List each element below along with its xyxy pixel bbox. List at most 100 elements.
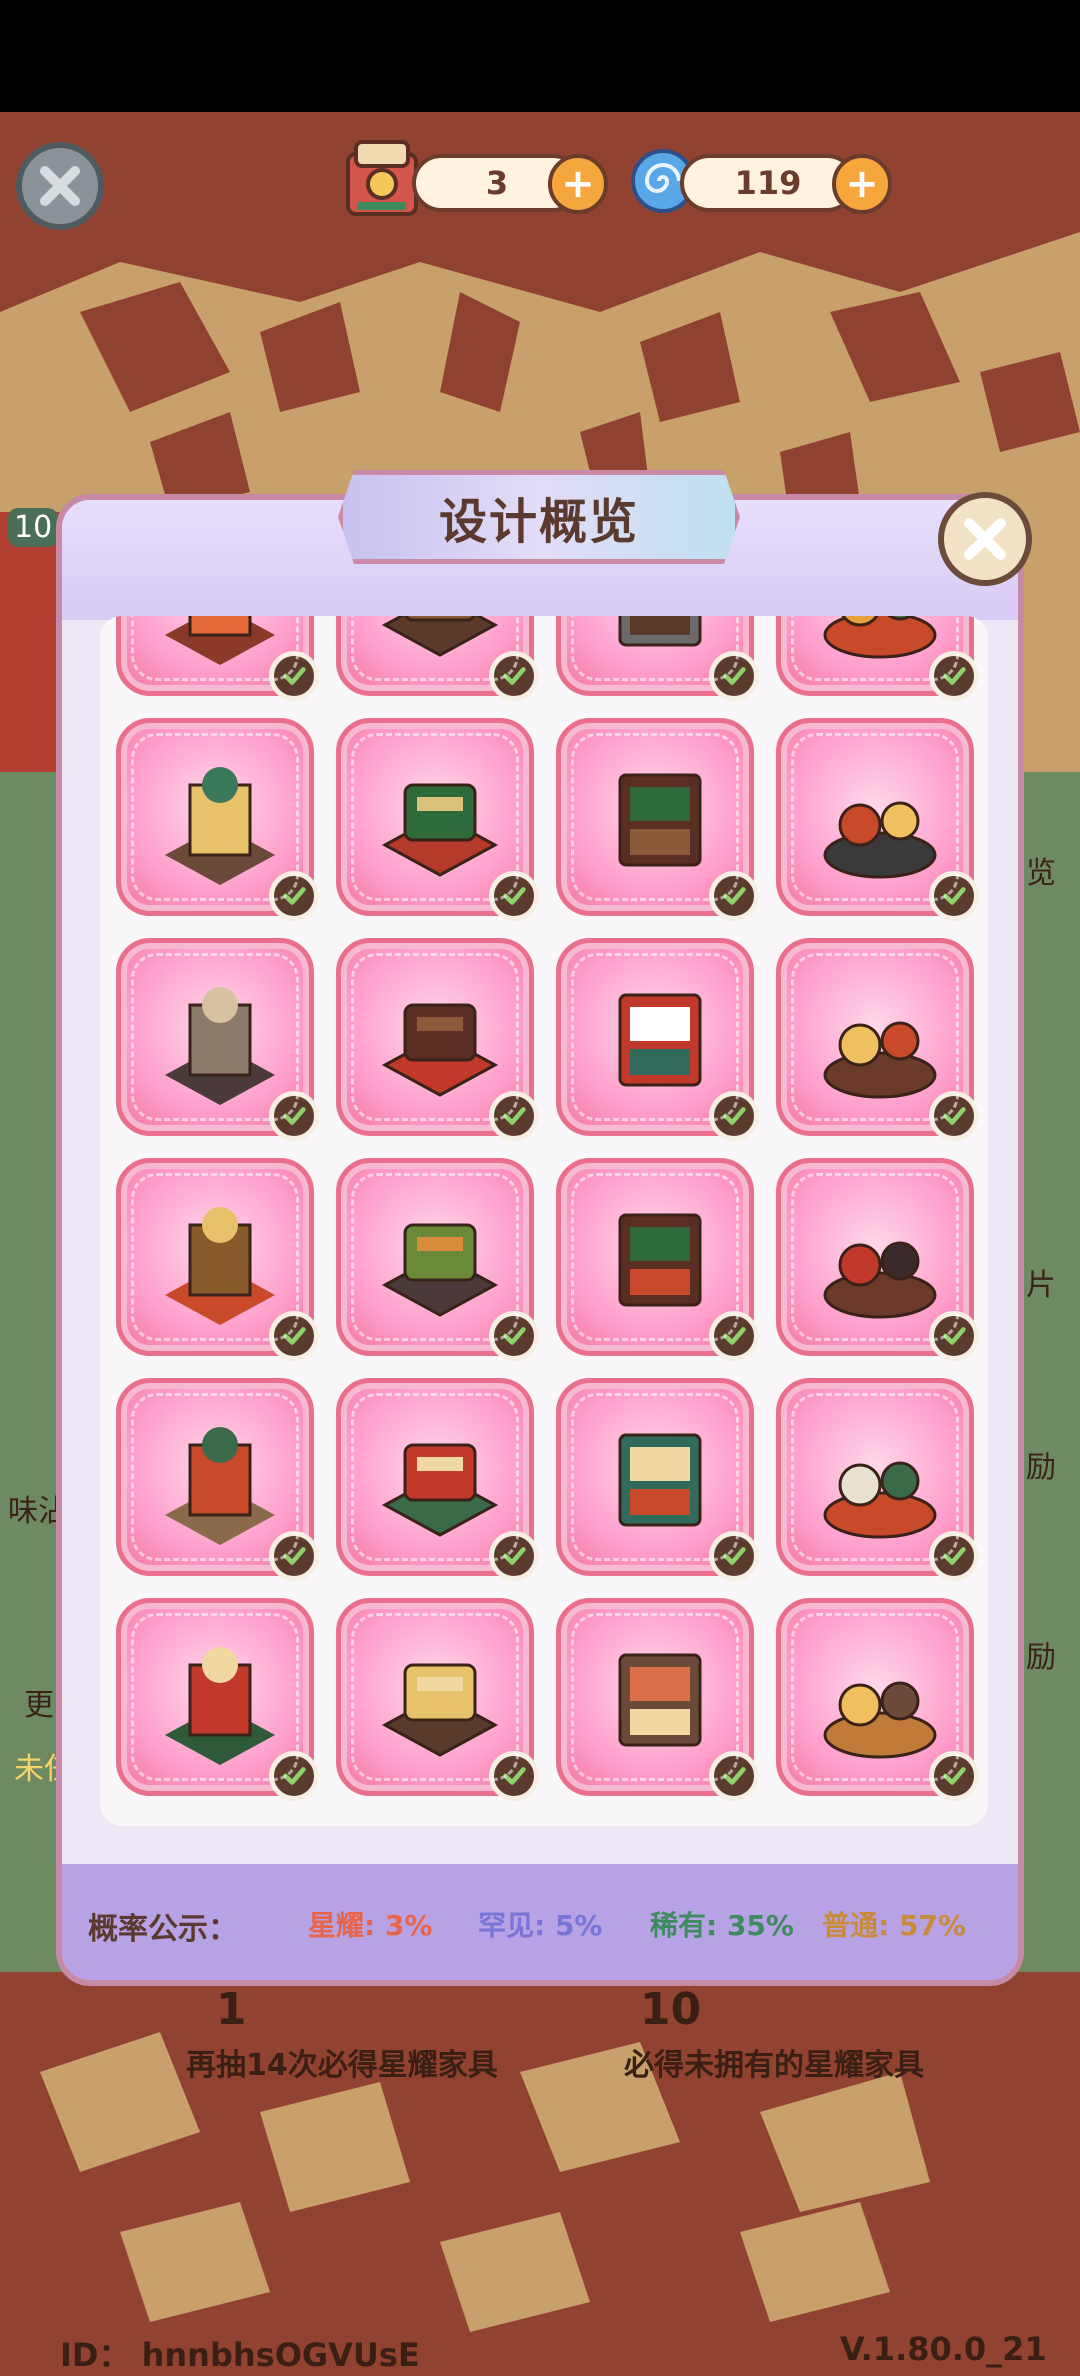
furniture-tile-shop-front-green[interactable] [556, 1378, 759, 1581]
owned-check-icon [709, 1751, 759, 1801]
owned-check-icon [489, 1531, 539, 1581]
furniture-tile-shop-front-red[interactable] [336, 1378, 539, 1581]
furniture-tile-cutting-board-set[interactable] [116, 1598, 319, 1801]
furniture-tile-lantern-cart[interactable] [556, 1158, 759, 1361]
close-icon [964, 518, 1006, 560]
lion-dance-head-icon [823, 1461, 937, 1539]
side-level-badge: 10 [8, 508, 59, 547]
furniture-tile-brown-booth-sofa[interactable] [556, 718, 759, 921]
wooden-post-icon [381, 616, 499, 657]
version-label: V.1.80.0_21 [840, 2330, 1047, 2368]
lantern-snack-counter-icon [823, 1021, 937, 1099]
furniture-tile-red-flower-basket[interactable] [116, 616, 319, 701]
brown-booth-sofa-icon [618, 773, 702, 867]
signpost-icon [165, 767, 275, 885]
owned-check-icon [709, 1531, 759, 1581]
furniture-tile-sink-counter[interactable] [556, 616, 759, 701]
left-side-label-2: 更 [24, 1688, 54, 1723]
rate-uncommon: 稀有: 35% [650, 1909, 794, 1942]
pity-caption: 再抽14次必得星耀家具 [186, 2048, 498, 2083]
owned-check-icon [709, 871, 759, 921]
owned-check-icon [929, 1751, 979, 1801]
shop-front-red-icon [381, 1443, 499, 1537]
owned-check-icon [269, 1751, 319, 1801]
flower-vase-icon [165, 1207, 275, 1325]
furniture-tile-signpost[interactable] [116, 718, 319, 921]
furniture-tile-arched-window[interactable] [776, 1158, 979, 1361]
ten-draw-caption: 必得未拥有的星耀家具 [624, 2048, 924, 2083]
furniture-tile-wooden-post[interactable] [336, 616, 539, 701]
owned-check-icon [929, 1311, 979, 1361]
owned-check-icon [929, 651, 979, 701]
owned-check-icon [269, 1091, 319, 1141]
ten-draw-count: 10 [640, 1984, 702, 2035]
furniture-tile-lion-dance-head[interactable] [776, 1378, 979, 1581]
seafood-platter-icon [618, 1653, 702, 1747]
owned-check-icon [269, 871, 319, 921]
probability-label: 概率公示： [88, 1912, 238, 1947]
furniture-tile-street-lamp[interactable] [776, 718, 979, 921]
poster-wall-icon [165, 1427, 275, 1545]
player-id: ID： hnnbhsOGVUsE [60, 2336, 420, 2374]
probability-footer: 概率公示： 星耀: 3% 罕见: 5% 稀有: 35% 普通: 57% [62, 1864, 1018, 1980]
add-tickets-button[interactable]: + [548, 154, 608, 214]
furniture-tile-food-display-counter[interactable] [336, 1158, 539, 1361]
rate-star: 星耀: 3% [308, 1909, 433, 1942]
design-overview-modal: 概率公示： 星耀: 3% 罕见: 5% 稀有: 35% 普通: 57% [56, 494, 1024, 1986]
gem-count: 119 [680, 154, 856, 212]
fruit-basket-icon [823, 616, 937, 659]
furniture-grid [100, 616, 979, 1801]
display-cabinet-icon [165, 987, 275, 1105]
sink-counter-icon [618, 616, 702, 647]
owned-check-icon [489, 1091, 539, 1141]
owned-check-icon [269, 1531, 319, 1581]
rate-common: 普通: 57% [822, 1909, 966, 1942]
furniture-tile-dim-sum-tray[interactable] [336, 1598, 539, 1801]
red-flower-basket-icon [165, 616, 275, 665]
owned-check-icon [489, 1751, 539, 1801]
furniture-tile-lantern-snack-counter[interactable] [776, 938, 979, 1141]
arched-window-icon [823, 1241, 937, 1319]
drinks-snack-set-icon [823, 1681, 937, 1759]
right-side-label-1: 览 [1026, 856, 1056, 891]
single-draw-count: 1 [216, 1984, 247, 2035]
furniture-tile-red-green-booth-sofa[interactable] [336, 718, 539, 921]
furniture-tile-red-bar-stool[interactable] [336, 938, 539, 1141]
right-side-label-2: 片 [1026, 1268, 1056, 1303]
owned-check-icon [489, 651, 539, 701]
furniture-tile-seafood-platter[interactable] [556, 1598, 759, 1801]
owned-check-icon [929, 1091, 979, 1141]
furniture-tile-poster-wall[interactable] [116, 1378, 319, 1581]
striped-food-stall-icon [618, 993, 702, 1087]
furniture-tile-striped-food-stall[interactable] [556, 938, 759, 1141]
owned-check-icon [489, 1311, 539, 1361]
cutting-board-set-icon [165, 1647, 275, 1765]
lantern-cart-icon [618, 1213, 702, 1307]
furniture-tile-drinks-snack-set[interactable] [776, 1598, 979, 1801]
owned-check-icon [269, 1311, 319, 1361]
furniture-grid-panel[interactable] [100, 616, 988, 1826]
red-bar-stool-icon [381, 1003, 499, 1097]
red-green-booth-sofa-icon [381, 783, 499, 877]
right-side-label-3: 励 [1026, 1450, 1056, 1485]
furniture-tile-fruit-basket[interactable] [776, 616, 979, 701]
owned-check-icon [709, 1091, 759, 1141]
street-lamp-icon [823, 801, 937, 879]
modal-close-button[interactable] [938, 492, 1032, 586]
owned-check-icon [929, 871, 979, 921]
back-close-button[interactable] [16, 142, 104, 230]
owned-check-icon [709, 1311, 759, 1361]
food-display-counter-icon [381, 1223, 499, 1317]
owned-check-icon [929, 1531, 979, 1581]
owned-check-icon [269, 651, 319, 701]
owned-check-icon [709, 651, 759, 701]
close-icon [40, 166, 80, 206]
rate-rare: 罕见: 5% [478, 1909, 603, 1942]
right-side-label-4: 励 [1026, 1640, 1056, 1675]
dim-sum-tray-icon [381, 1663, 499, 1757]
furniture-tile-display-cabinet[interactable] [116, 938, 319, 1141]
owned-check-icon [489, 871, 539, 921]
add-gems-button[interactable]: + [832, 154, 892, 214]
furniture-tile-flower-vase[interactable] [116, 1158, 319, 1361]
shop-front-green-icon [618, 1433, 702, 1527]
